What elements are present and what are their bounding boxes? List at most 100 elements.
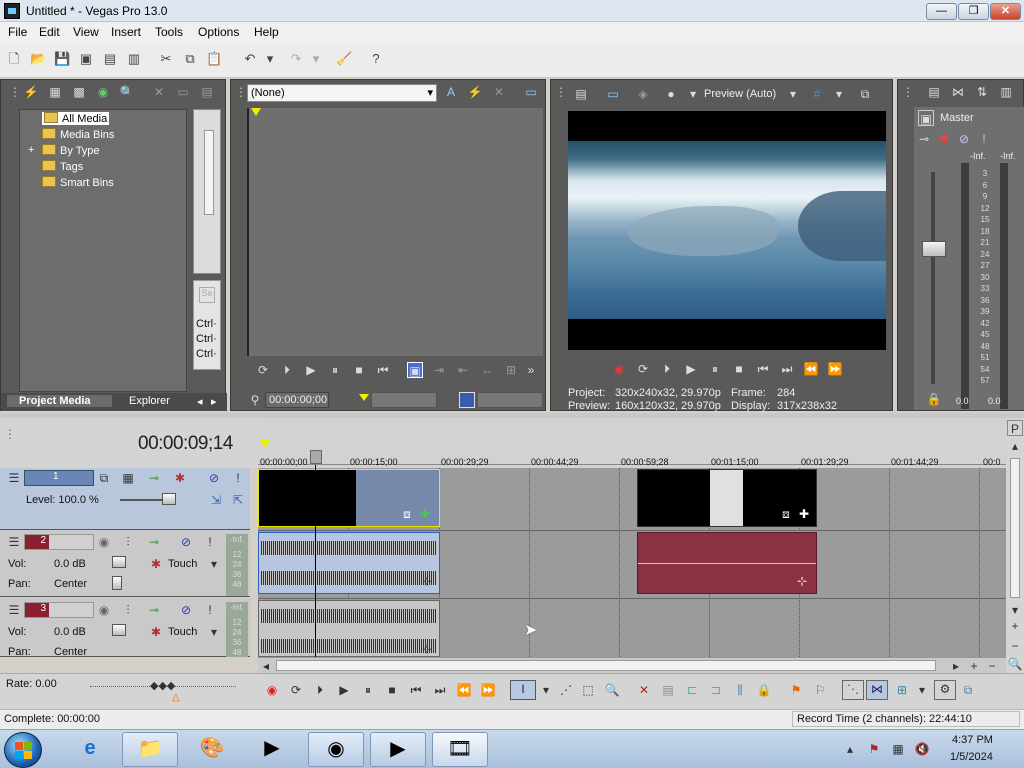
- redo-icon[interactable]: ↷: [288, 51, 304, 67]
- vertical-scrollbar[interactable]: [1010, 458, 1020, 598]
- automation-icon[interactable]: ⫶: [120, 534, 136, 550]
- chevron-down-icon[interactable]: ▾: [206, 624, 222, 640]
- master-fx-icon[interactable]: ✱: [936, 131, 952, 147]
- record-icon[interactable]: ◉: [264, 682, 280, 698]
- next-frame-icon[interactable]: ⏩: [480, 682, 496, 698]
- event-fx-icon[interactable]: ✚: [796, 506, 812, 522]
- arm-record-icon[interactable]: ◉: [96, 534, 112, 550]
- save-as-icon[interactable]: ▣: [78, 51, 94, 67]
- in-point-field[interactable]: [371, 392, 437, 408]
- taskbar-time[interactable]: 4:37 PM: [952, 734, 993, 746]
- get-photo-icon[interactable]: ▩: [71, 84, 87, 100]
- select-clip-icon[interactable]: ▣: [407, 362, 423, 378]
- volume-slider-thumb[interactable]: [112, 556, 126, 568]
- close-button[interactable]: ✕: [990, 3, 1021, 20]
- make-compositing-child-icon[interactable]: ⇱: [230, 492, 246, 508]
- undo-icon[interactable]: ↶: [242, 51, 258, 67]
- overlays-dropdown-icon[interactable]: ▾: [831, 86, 847, 102]
- volume-slider-thumb[interactable]: [112, 624, 126, 636]
- play-from-start-icon[interactable]: ⏵: [312, 682, 328, 698]
- master-fader-thumb[interactable]: [922, 241, 946, 257]
- split-screen-icon[interactable]: ◈: [635, 86, 651, 102]
- record-icon[interactable]: ◉: [611, 361, 627, 377]
- remove-media-icon[interactable]: ✕: [151, 84, 167, 100]
- views-icon[interactable]: ▤: [199, 84, 215, 100]
- timeline-horizontal-scrollbar[interactable]: ◂ ▸ + −: [258, 657, 1006, 673]
- track-name-field[interactable]: 2: [24, 534, 94, 550]
- ignore-grouping-icon[interactable]: ⧉: [960, 682, 976, 698]
- action-center-icon[interactable]: ⚑: [866, 741, 882, 757]
- start-button[interactable]: [4, 732, 42, 768]
- event-fx-icon[interactable]: ⊹: [419, 641, 435, 657]
- trim-start-icon[interactable]: ⊏: [684, 682, 700, 698]
- event-pan-crop-icon[interactable]: ⧈: [778, 506, 794, 522]
- composite-mode-icon[interactable]: ▦: [120, 470, 136, 486]
- track-motion-icon[interactable]: ⧉: [96, 470, 112, 486]
- zoom-edit-tool-icon[interactable]: 🔍: [604, 682, 620, 698]
- pan-slider-thumb[interactable]: [112, 576, 122, 590]
- show-hidden-icons[interactable]: ▴: [842, 741, 858, 757]
- menu-view[interactable]: View: [73, 25, 99, 39]
- auto-crossfade-icon[interactable]: ⋈: [866, 680, 888, 700]
- automation-mode[interactable]: Touch: [168, 626, 197, 638]
- trim-icon[interactable]: ⊞: [503, 362, 519, 378]
- menu-options[interactable]: Options: [198, 25, 239, 39]
- more-icon[interactable]: »: [523, 362, 539, 378]
- automation-touch-icon[interactable]: ✱: [148, 624, 164, 640]
- zoom-out-icon[interactable]: −: [984, 658, 1000, 674]
- chevron-down-icon[interactable]: ▾: [206, 556, 222, 572]
- stop-icon[interactable]: ■: [384, 682, 400, 698]
- stop-icon[interactable]: ■: [351, 362, 367, 378]
- mixer-view-icon[interactable]: ▥: [998, 84, 1014, 100]
- go-to-end-icon[interactable]: ⏭: [432, 682, 448, 698]
- play-icon[interactable]: ▶: [336, 682, 352, 698]
- event-fx-icon[interactable]: ⊹: [419, 573, 435, 589]
- lock-icon[interactable]: 🔒: [926, 391, 942, 407]
- media-app-icon[interactable]: ▶: [244, 732, 300, 767]
- tree-media-bins[interactable]: Media Bins: [42, 128, 114, 141]
- video-event-2[interactable]: ⧈ ✚: [637, 469, 817, 527]
- smart-search-icon[interactable]: Se: [199, 287, 215, 303]
- scroll-left-icon[interactable]: ◂: [258, 658, 274, 674]
- trimmer-monitor-icon[interactable]: ▭: [523, 84, 539, 100]
- compositing-parent-icon[interactable]: ⊸: [146, 470, 162, 486]
- solo-icon[interactable]: !: [976, 131, 992, 147]
- media-scrollbar[interactable]: [193, 109, 221, 274]
- internet-explorer-icon[interactable]: e: [62, 732, 118, 767]
- media-player-icon[interactable]: ▶: [370, 732, 426, 767]
- new-icon[interactable]: 🗋: [6, 51, 22, 67]
- audio-event-3[interactable]: ⊹: [258, 600, 440, 657]
- import-media-icon[interactable]: ⚡: [23, 84, 39, 100]
- scroll-thumb[interactable]: [276, 660, 936, 671]
- cut-icon[interactable]: ✂: [158, 51, 174, 67]
- track-fx-icon[interactable]: ✱: [172, 470, 188, 486]
- pause-icon[interactable]: ⏸: [707, 361, 723, 377]
- menu-insert[interactable]: Insert: [111, 25, 141, 39]
- scroll-down-icon[interactable]: ▾: [1007, 602, 1023, 618]
- trim-icon[interactable]: ⇤: [455, 362, 471, 378]
- solo-icon[interactable]: !: [202, 602, 218, 618]
- snapping-icon[interactable]: ⋱: [842, 680, 864, 700]
- play-icon[interactable]: ▶: [303, 362, 319, 378]
- collapse-icon[interactable]: ☰: [6, 602, 22, 618]
- automation-mode[interactable]: Touch: [168, 558, 197, 570]
- level-slider-thumb[interactable]: [162, 493, 176, 505]
- play-icon[interactable]: ▶: [683, 361, 699, 377]
- add-to-timeline-icon[interactable]: A: [443, 84, 459, 100]
- zoom-in-track-icon[interactable]: +: [1007, 618, 1023, 634]
- play-from-start-icon[interactable]: ⏵: [659, 361, 675, 377]
- scroll-up-icon[interactable]: ▴: [1007, 438, 1023, 454]
- menu-tools[interactable]: Tools: [155, 25, 183, 39]
- scroll-right-icon[interactable]: ▸: [948, 658, 964, 674]
- open-icon[interactable]: 📂: [30, 51, 46, 67]
- enable-snapping-icon[interactable]: 🧹: [336, 51, 352, 67]
- mute-icon[interactable]: ⊘: [956, 131, 972, 147]
- master-fx-route-icon[interactable]: ⊸: [916, 131, 932, 147]
- tree-smart-bins[interactable]: Smart Bins: [42, 176, 114, 189]
- trim-icon[interactable]: ▤: [660, 682, 676, 698]
- search-media-icon[interactable]: 🔍: [119, 84, 135, 100]
- go-to-start-icon[interactable]: ⏮: [375, 362, 391, 378]
- delete-icon[interactable]: ✕: [636, 682, 652, 698]
- dim-icon[interactable]: ⇅: [974, 84, 990, 100]
- video-event-1[interactable]: ⧈ ✚: [258, 469, 440, 527]
